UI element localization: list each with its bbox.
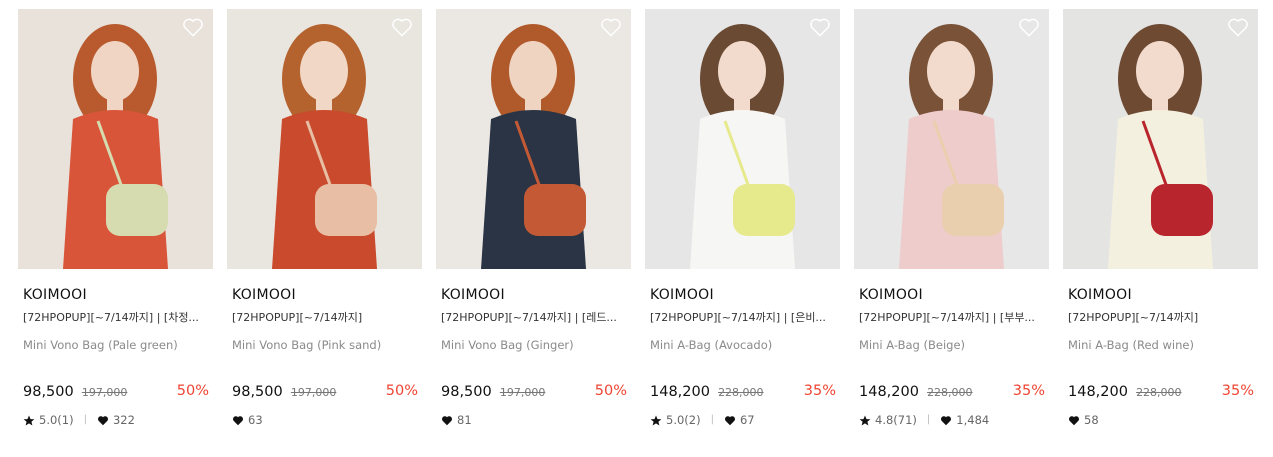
- original-price: 197,000: [499, 386, 546, 399]
- review-meta: 5.0(2) | 67: [645, 413, 840, 427]
- promo-text: [72HPOPUP][~7/14까지]: [232, 311, 363, 324]
- product-card[interactable]: KOIMOOI [72HPOPUP][~7/14까지] | [레드... Min…: [436, 9, 631, 427]
- heart-icon: [441, 415, 453, 426]
- like-count: 63: [248, 413, 263, 427]
- product-card[interactable]: KOIMOOI [72HPOPUP][~7/14까지] | [은비... Min…: [645, 9, 840, 427]
- promo-text: [72HPOPUP][~7/14까지]: [1068, 311, 1199, 324]
- sale-price: 148,200: [650, 384, 710, 400]
- sale-price: 148,200: [1068, 384, 1128, 400]
- review-meta: 4.8(71) | 1,484: [854, 413, 1049, 427]
- product-photo: [436, 9, 631, 269]
- like-count: 67: [739, 413, 755, 427]
- discount-rate: 50%: [176, 383, 209, 399]
- product-image[interactable]: [854, 9, 1049, 269]
- price-row: 98,500 197,000 50%: [436, 381, 631, 401]
- product-photo: [645, 9, 840, 269]
- product-image[interactable]: [436, 9, 631, 269]
- review-meta: | 81: [436, 413, 631, 427]
- product-card[interactable]: KOIMOOI [72HPOPUP][~7/14까지] | [차정... Min…: [18, 9, 213, 427]
- review-meta: 5.0(1) | 322: [18, 413, 213, 427]
- product-card[interactable]: KOIMOOI [72HPOPUP][~7/14까지] Mini Vono Ba…: [227, 9, 422, 427]
- product-name[interactable]: Mini Vono Bag (Pink sand): [227, 338, 422, 352]
- star-icon: [23, 415, 35, 426]
- sale-price: 98,500: [23, 384, 74, 400]
- product-name[interactable]: Mini Vono Bag (Pale green): [18, 338, 213, 352]
- brand-name[interactable]: KOIMOOI: [18, 287, 213, 304]
- heart-icon: [232, 415, 244, 426]
- product-name[interactable]: Mini A-Bag (Beige): [854, 338, 1049, 352]
- product-card[interactable]: KOIMOOI [72HPOPUP][~7/14까지] Mini A-Bag (…: [1063, 9, 1258, 427]
- original-price: 197,000: [290, 386, 337, 399]
- wishlist-heart-icon[interactable]: [391, 17, 413, 37]
- discount-rate: 50%: [594, 383, 627, 399]
- review-meta: | 58: [1063, 413, 1258, 427]
- product-card[interactable]: KOIMOOI [72HPOPUP][~7/14까지] | [부부... Min…: [854, 9, 1049, 427]
- wishlist-heart-icon[interactable]: [182, 17, 204, 37]
- wishlist-heart-icon[interactable]: [1018, 17, 1040, 37]
- discount-rate: 35%: [1012, 383, 1045, 399]
- original-price: 228,000: [1136, 386, 1182, 399]
- product-photo: [227, 9, 422, 269]
- rating-group: 5.0(2) |: [650, 413, 724, 427]
- brand-name[interactable]: KOIMOOI: [1063, 287, 1258, 304]
- discount-rate: 35%: [803, 383, 836, 399]
- price-row: 148,200 228,000 35%: [1063, 381, 1258, 401]
- brand-name[interactable]: KOIMOOI: [436, 287, 631, 304]
- product-name[interactable]: Mini A-Bag (Red wine): [1063, 338, 1258, 352]
- heart-icon: [97, 415, 109, 426]
- sale-price: 98,500: [441, 384, 492, 400]
- like-count: 1,484: [956, 413, 990, 427]
- discount-rate: 50%: [385, 383, 418, 399]
- price-row: 148,200 228,000 35%: [645, 381, 840, 401]
- like-count: 58: [1084, 413, 1099, 427]
- heart-icon: [1068, 415, 1080, 426]
- promo-text: [72HPOPUP][~7/14까지] | [은비...: [650, 311, 826, 324]
- product-photo: [18, 9, 213, 269]
- rating-value: 4.8(71): [875, 413, 917, 427]
- sale-price: 148,200: [859, 384, 919, 400]
- like-count: 81: [457, 413, 472, 427]
- original-price: 228,000: [927, 386, 973, 399]
- promo-text: [72HPOPUP][~7/14까지] | [부부...: [859, 311, 1035, 324]
- review-meta: | 63: [227, 413, 422, 427]
- meta-divider: |: [83, 414, 87, 425]
- rating-value: 5.0(1): [39, 413, 74, 427]
- promo-text: [72HPOPUP][~7/14까지] | [차정...: [23, 311, 199, 324]
- brand-name[interactable]: KOIMOOI: [854, 287, 1049, 304]
- price-row: 98,500 197,000 50%: [18, 381, 213, 401]
- original-price: 197,000: [81, 386, 128, 399]
- discount-rate: 35%: [1221, 383, 1254, 399]
- product-photo: [1063, 9, 1258, 269]
- product-image[interactable]: [227, 9, 422, 269]
- price-row: 98,500 197,000 50%: [227, 381, 422, 401]
- brand-name[interactable]: KOIMOOI: [227, 287, 422, 304]
- product-name[interactable]: Mini A-Bag (Avocado): [645, 338, 840, 352]
- rating-group: 4.8(71) |: [859, 413, 940, 427]
- product-photo: [854, 9, 1049, 269]
- wishlist-heart-icon[interactable]: [600, 17, 622, 37]
- product-image[interactable]: [18, 9, 213, 269]
- meta-divider: |: [926, 414, 931, 425]
- star-icon: [859, 415, 871, 426]
- heart-icon: [940, 415, 952, 426]
- price-row: 148,200 228,000 35%: [854, 381, 1049, 401]
- sale-price: 98,500: [232, 384, 283, 400]
- meta-divider: |: [710, 414, 714, 425]
- product-grid: KOIMOOI [72HPOPUP][~7/14까지] | [차정... Min…: [18, 9, 1258, 427]
- star-icon: [650, 415, 662, 426]
- wishlist-heart-icon[interactable]: [809, 17, 831, 37]
- brand-name[interactable]: KOIMOOI: [645, 287, 840, 304]
- promo-text: [72HPOPUP][~7/14까지] | [레드...: [441, 311, 617, 324]
- rating-value: 5.0(2): [666, 413, 701, 427]
- wishlist-heart-icon[interactable]: [1227, 17, 1249, 37]
- rating-group: 5.0(1) |: [23, 413, 97, 427]
- product-image[interactable]: [1063, 9, 1258, 269]
- like-count: 322: [112, 413, 135, 427]
- original-price: 228,000: [718, 386, 764, 399]
- heart-icon: [724, 415, 736, 426]
- product-name[interactable]: Mini Vono Bag (Ginger): [436, 338, 631, 352]
- product-image[interactable]: [645, 9, 840, 269]
